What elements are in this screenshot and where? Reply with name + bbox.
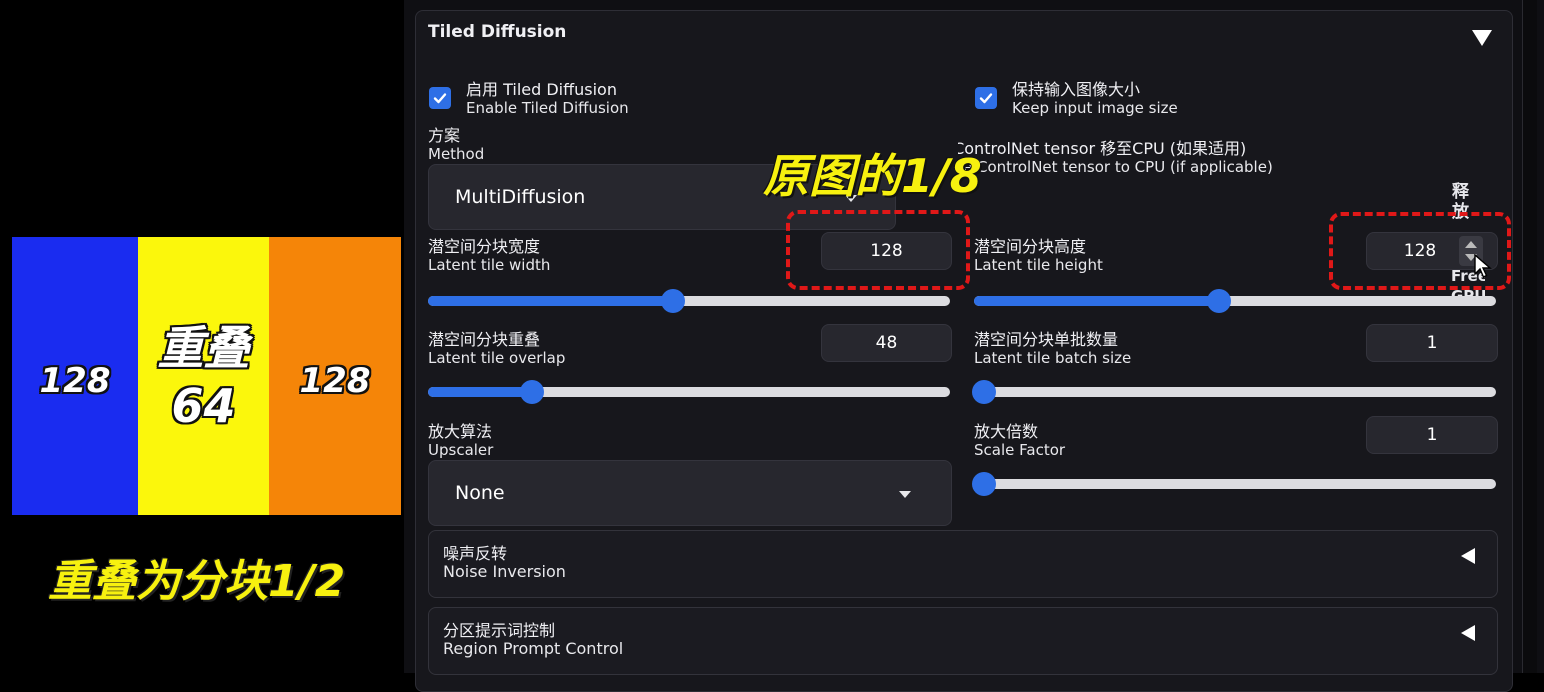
overlap-value: 64 [171,379,236,433]
label-en: Latent tile batch size [974,349,1132,367]
label-en: Latent tile height [974,256,1103,274]
label-en: Latent tile width [428,256,551,274]
noise-inversion-accordion[interactable]: 噪声反转 Noise Inversion [428,530,1498,598]
label-en: Upscaler [428,441,494,459]
tile-width-label: 潜空间分块宽度 Latent tile width [428,237,550,274]
label-zh: 潜空间分块宽度 [428,237,541,256]
label-zh: 放大倍数 [974,422,1039,441]
tile-overlap-slider[interactable] [428,380,950,404]
mouse-cursor-icon [1474,254,1492,278]
left-tile-block: 128 [12,237,138,515]
label-zh: 噪声反转 [443,544,508,563]
controlnet-cpu-label[interactable]: 将 ControlNet tensor 移至CPU (如果适用) Move Co… [958,139,1322,176]
label-en: Enable Tiled Diffusion [466,99,629,117]
label-zh: 潜空间分块重叠 [428,330,541,349]
upscaler-label: 放大算法 Upscaler [428,422,493,459]
slider-fill [428,296,674,306]
panel-title: Tiled Diffusion [428,22,567,42]
label-en: Noise Inversion [443,562,566,581]
label-zh: 方案 [428,126,461,145]
overlap-block: 重叠 64 [138,237,269,515]
label-zh: 放大算法 [428,422,493,441]
enable-tiled-diffusion-label[interactable]: 启用 Tiled Diffusion Enable Tiled Diffusio… [466,80,629,117]
label-zh: 分区提示词控制 [443,621,556,640]
label-en: Scale Factor [974,441,1066,459]
method-value: MultiDiffusion [455,186,586,208]
highlight-box-tile-width [786,210,970,290]
expand-arrow-icon[interactable] [1461,548,1475,564]
tile-height-label: 潜空间分块高度 Latent tile height [974,237,1103,274]
scale-factor-input[interactable]: 1 [1366,416,1498,454]
left-tile-value: 128 [39,361,111,401]
right-tile-block: 128 [269,237,401,515]
label-zh: 将 ControlNet tensor 移至CPU (如果适用) [958,139,1247,158]
slider-fill [974,296,1220,306]
label-zh: 启用 Tiled Diffusion [466,80,617,99]
slider-fill [428,387,533,397]
checkmark-icon [433,93,447,104]
tile-height-slider[interactable] [974,289,1496,313]
scrollbar[interactable] [1522,0,1537,673]
region-prompt-accordion[interactable]: 分区提示词控制 Region Prompt Control [428,607,1498,675]
keep-input-size-label[interactable]: 保持输入图像大小 Keep input image size [1012,80,1178,117]
upscaler-select[interactable]: None [428,460,952,526]
annotation-text: 原图的1/8 [763,149,982,203]
scale-factor-slider[interactable] [972,472,1496,496]
label-zh: 潜空间分块单批数量 [974,330,1119,349]
label-en: Method [428,145,485,163]
label-zh: 保持输入图像大小 [1012,80,1141,99]
keep-input-size-checkbox[interactable] [975,87,997,109]
batch-size-label: 潜空间分块单批数量 Latent tile batch size [974,330,1131,367]
label-en: Move ControlNet tensor to CPU (if applic… [958,158,1273,176]
upscaler-value: None [455,482,505,504]
label-en: Latent tile overlap [428,349,566,367]
tile-overlap-input[interactable]: 48 [821,324,952,362]
batch-size-input[interactable]: 1 [1366,324,1498,362]
scale-factor-label: 放大倍数 Scale Factor [974,422,1065,459]
method-label: 方案 Method [428,126,484,163]
label-en: Region Prompt Control [443,639,624,658]
tile-overlap-diagram: 128 重叠 64 128 [12,237,401,515]
tile-width-slider[interactable] [428,289,950,313]
label-zh: 潜空间分块高度 [974,237,1087,256]
enable-tiled-diffusion-checkbox[interactable] [429,87,451,109]
diagram-caption: 重叠为分块1/2 [48,556,346,607]
batch-size-slider[interactable] [972,380,1496,404]
tile-overlap-label: 潜空间分块重叠 Latent tile overlap [428,330,565,367]
label-en: Keep input image size [1012,99,1178,117]
overlap-title: 重叠 [157,321,250,375]
overlap-label: 重叠 64 [138,319,269,435]
collapse-toggle-icon[interactable] [1472,30,1492,46]
right-tile-value: 128 [299,361,371,401]
expand-arrow-icon[interactable] [1461,625,1475,641]
checkmark-icon [979,93,993,104]
chevron-down-icon [899,491,911,498]
